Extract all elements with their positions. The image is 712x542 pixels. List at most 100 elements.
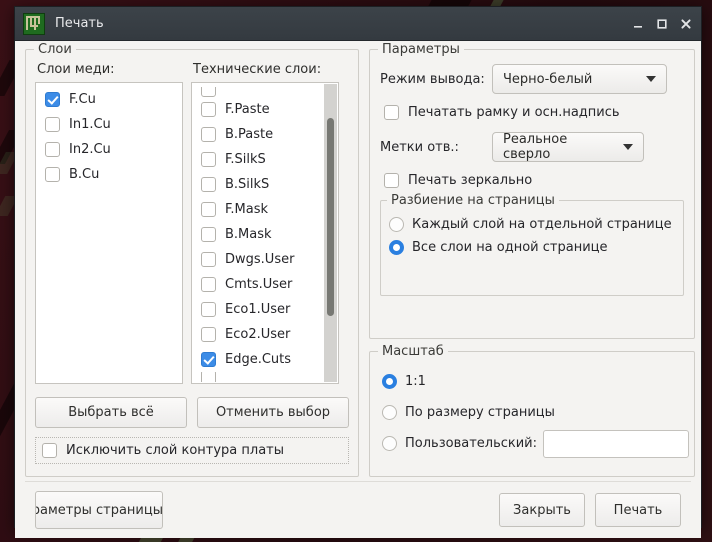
list-item[interactable]: Eco2.User <box>192 322 338 347</box>
radio-row-scale-custom[interactable]: Пользовательский: <box>382 428 690 459</box>
select-all-button[interactable]: Выбрать всё <box>35 397 187 428</box>
list-item-label: Cmts.User <box>225 277 293 292</box>
checkbox-in2-cu[interactable] <box>45 142 60 157</box>
list-item-partial[interactable] <box>192 372 338 382</box>
list-item-label: Eco2.User <box>225 327 291 342</box>
window-controls <box>627 13 697 34</box>
mirror-print-row[interactable]: Печать зеркально <box>384 173 684 188</box>
checkbox-cmts-user[interactable] <box>201 277 216 292</box>
radio-all-on-one-page[interactable] <box>389 240 404 255</box>
list-item-label: F.Cu <box>69 92 96 107</box>
mirror-print-label: Печать зеркально <box>408 173 533 188</box>
list-item-label: F.SilkS <box>225 152 266 167</box>
list-item[interactable]: B.Cu <box>36 162 182 187</box>
checkbox-f-paste[interactable] <box>201 102 216 117</box>
params-group-legend: Параметры <box>378 42 464 57</box>
checkbox-b-paste[interactable] <box>201 127 216 142</box>
dialog-button-bar: Параметры страницы Закрыть Печать <box>25 481 691 538</box>
checkbox-b-cu[interactable] <box>45 167 60 182</box>
list-item[interactable]: In2.Cu <box>36 137 182 162</box>
radio-row-layer-per-page[interactable]: Каждый слой на отдельной странице <box>389 213 675 236</box>
drill-marks-row: Метки отв.: Реальное сверло <box>380 132 684 162</box>
checkbox-print-frame[interactable] <box>384 105 399 120</box>
checkbox-f-silks[interactable] <box>201 152 216 167</box>
scale-group: Масштаб 1:1 По размеру страницы Пользова… <box>369 344 695 477</box>
print-frame-label: Печатать рамку и осн.надпись <box>408 105 620 120</box>
radio-all-on-one-page-label: Все слои на одной странице <box>412 240 608 255</box>
list-item-label: In1.Cu <box>69 117 111 132</box>
checkbox-mirror-print[interactable] <box>384 173 399 188</box>
kicad-pcb-icon <box>23 12 45 35</box>
list-item-label: Dwgs.User <box>225 252 295 267</box>
print-frame-row[interactable]: Печатать рамку и осн.надпись <box>384 105 684 120</box>
checkbox-f-cu[interactable] <box>45 92 60 107</box>
checkbox-dwgs-user[interactable] <box>201 252 216 267</box>
print-button[interactable]: Печать <box>595 493 681 527</box>
checkbox-in1-cu[interactable] <box>45 117 60 132</box>
list-item[interactable]: Cmts.User <box>192 272 338 297</box>
checkbox-b-mask[interactable] <box>201 227 216 242</box>
pagination-group-legend: Разбиение на страницы <box>387 193 559 208</box>
copper-layers-listbox[interactable]: F.Cu In1.Cu In2.Cu B.Cu <box>35 82 183 384</box>
close-button[interactable]: Закрыть <box>499 493 585 527</box>
list-item[interactable]: F.Mask <box>192 197 338 222</box>
checkbox-partial-top[interactable] <box>201 87 216 97</box>
checkbox-exclude-edge-layer[interactable] <box>42 443 57 458</box>
custom-scale-input[interactable] <box>543 429 690 458</box>
checkbox-eco1-user[interactable] <box>201 302 216 317</box>
drill-marks-select[interactable]: Реальное сверло <box>492 132 644 162</box>
radio-scale-fit-page[interactable] <box>382 405 397 420</box>
list-item[interactable]: In1.Cu <box>36 112 182 137</box>
list-item[interactable]: Edge.Cuts <box>192 347 338 372</box>
maximize-icon[interactable] <box>651 13 673 34</box>
scale-group-legend: Масштаб <box>378 344 448 359</box>
scrollbar-thumb[interactable] <box>327 118 334 316</box>
output-mode-select[interactable]: Черно-белый <box>492 64 667 94</box>
radio-scale-custom-label: Пользовательский: <box>405 436 538 451</box>
list-item[interactable]: B.Mask <box>192 222 338 247</box>
radio-scale-custom[interactable] <box>382 436 397 451</box>
list-item[interactable]: F.Cu <box>36 87 182 112</box>
list-item-label: B.Cu <box>69 167 100 182</box>
radio-scale-1-1-label: 1:1 <box>405 374 426 389</box>
list-item-partial[interactable] <box>192 87 338 97</box>
list-item-label: F.Mask <box>225 202 269 217</box>
page-setup-button-label: Параметры страницы <box>36 502 163 518</box>
list-item[interactable]: F.SilkS <box>192 147 338 172</box>
radio-layer-per-page[interactable] <box>389 217 404 232</box>
checkbox-edge-cuts[interactable] <box>201 352 216 367</box>
checkbox-b-silks[interactable] <box>201 177 216 192</box>
checkbox-eco2-user[interactable] <box>201 327 216 342</box>
technical-layers-scrollbar[interactable] <box>324 84 337 382</box>
minimize-icon[interactable] <box>627 13 649 34</box>
pagination-group: Разбиение на страницы Каждый слой на отд… <box>380 193 684 296</box>
checkbox-f-mask[interactable] <box>201 202 216 217</box>
close-icon[interactable] <box>675 13 697 34</box>
technical-layers-section: Технические слои: F.Paste B.Paste F.Silk… <box>191 60 339 384</box>
drill-marks-label: Метки отв.: <box>380 139 459 155</box>
radio-row-scale-fit-page[interactable]: По размеру страницы <box>382 397 684 428</box>
list-item[interactable]: B.Paste <box>192 122 338 147</box>
list-item[interactable]: B.SilkS <box>192 172 338 197</box>
list-item[interactable]: F.Paste <box>192 97 338 122</box>
copper-layers-label: Слои меди: <box>37 62 115 77</box>
list-item-label: B.Mask <box>225 227 272 242</box>
radio-scale-fit-page-label: По размеру страницы <box>405 405 555 420</box>
list-item-label: Edge.Cuts <box>225 352 292 367</box>
deselect-all-button[interactable]: Отменить выбор <box>197 397 349 428</box>
exclude-edge-layer-label: Исключить слой контура платы <box>66 443 284 458</box>
exclude-edge-layer-row[interactable]: Исключить слой контура платы <box>35 437 349 464</box>
checkbox-partial-bottom[interactable] <box>201 372 216 382</box>
list-item[interactable]: Dwgs.User <box>192 247 338 272</box>
technical-layers-listbox[interactable]: F.Paste B.Paste F.SilkS B.SilkS F.Mask B… <box>191 82 339 384</box>
output-mode-value: Черно-белый <box>503 71 593 87</box>
list-item-label: In2.Cu <box>69 142 111 157</box>
radio-row-scale-1-1[interactable]: 1:1 <box>382 366 684 397</box>
list-item[interactable]: Eco1.User <box>192 297 338 322</box>
page-setup-button[interactable]: Параметры страницы <box>35 491 163 529</box>
layers-group-legend: Слои <box>34 42 76 57</box>
window-titlebar[interactable]: Печать <box>15 7 701 41</box>
radio-row-all-on-one-page[interactable]: Все слои на одной странице <box>389 236 675 259</box>
radio-scale-1-1[interactable] <box>382 374 397 389</box>
layers-group: Слои Слои меди: F.Cu In1.Cu In2.Cu B.Cu … <box>25 42 359 477</box>
